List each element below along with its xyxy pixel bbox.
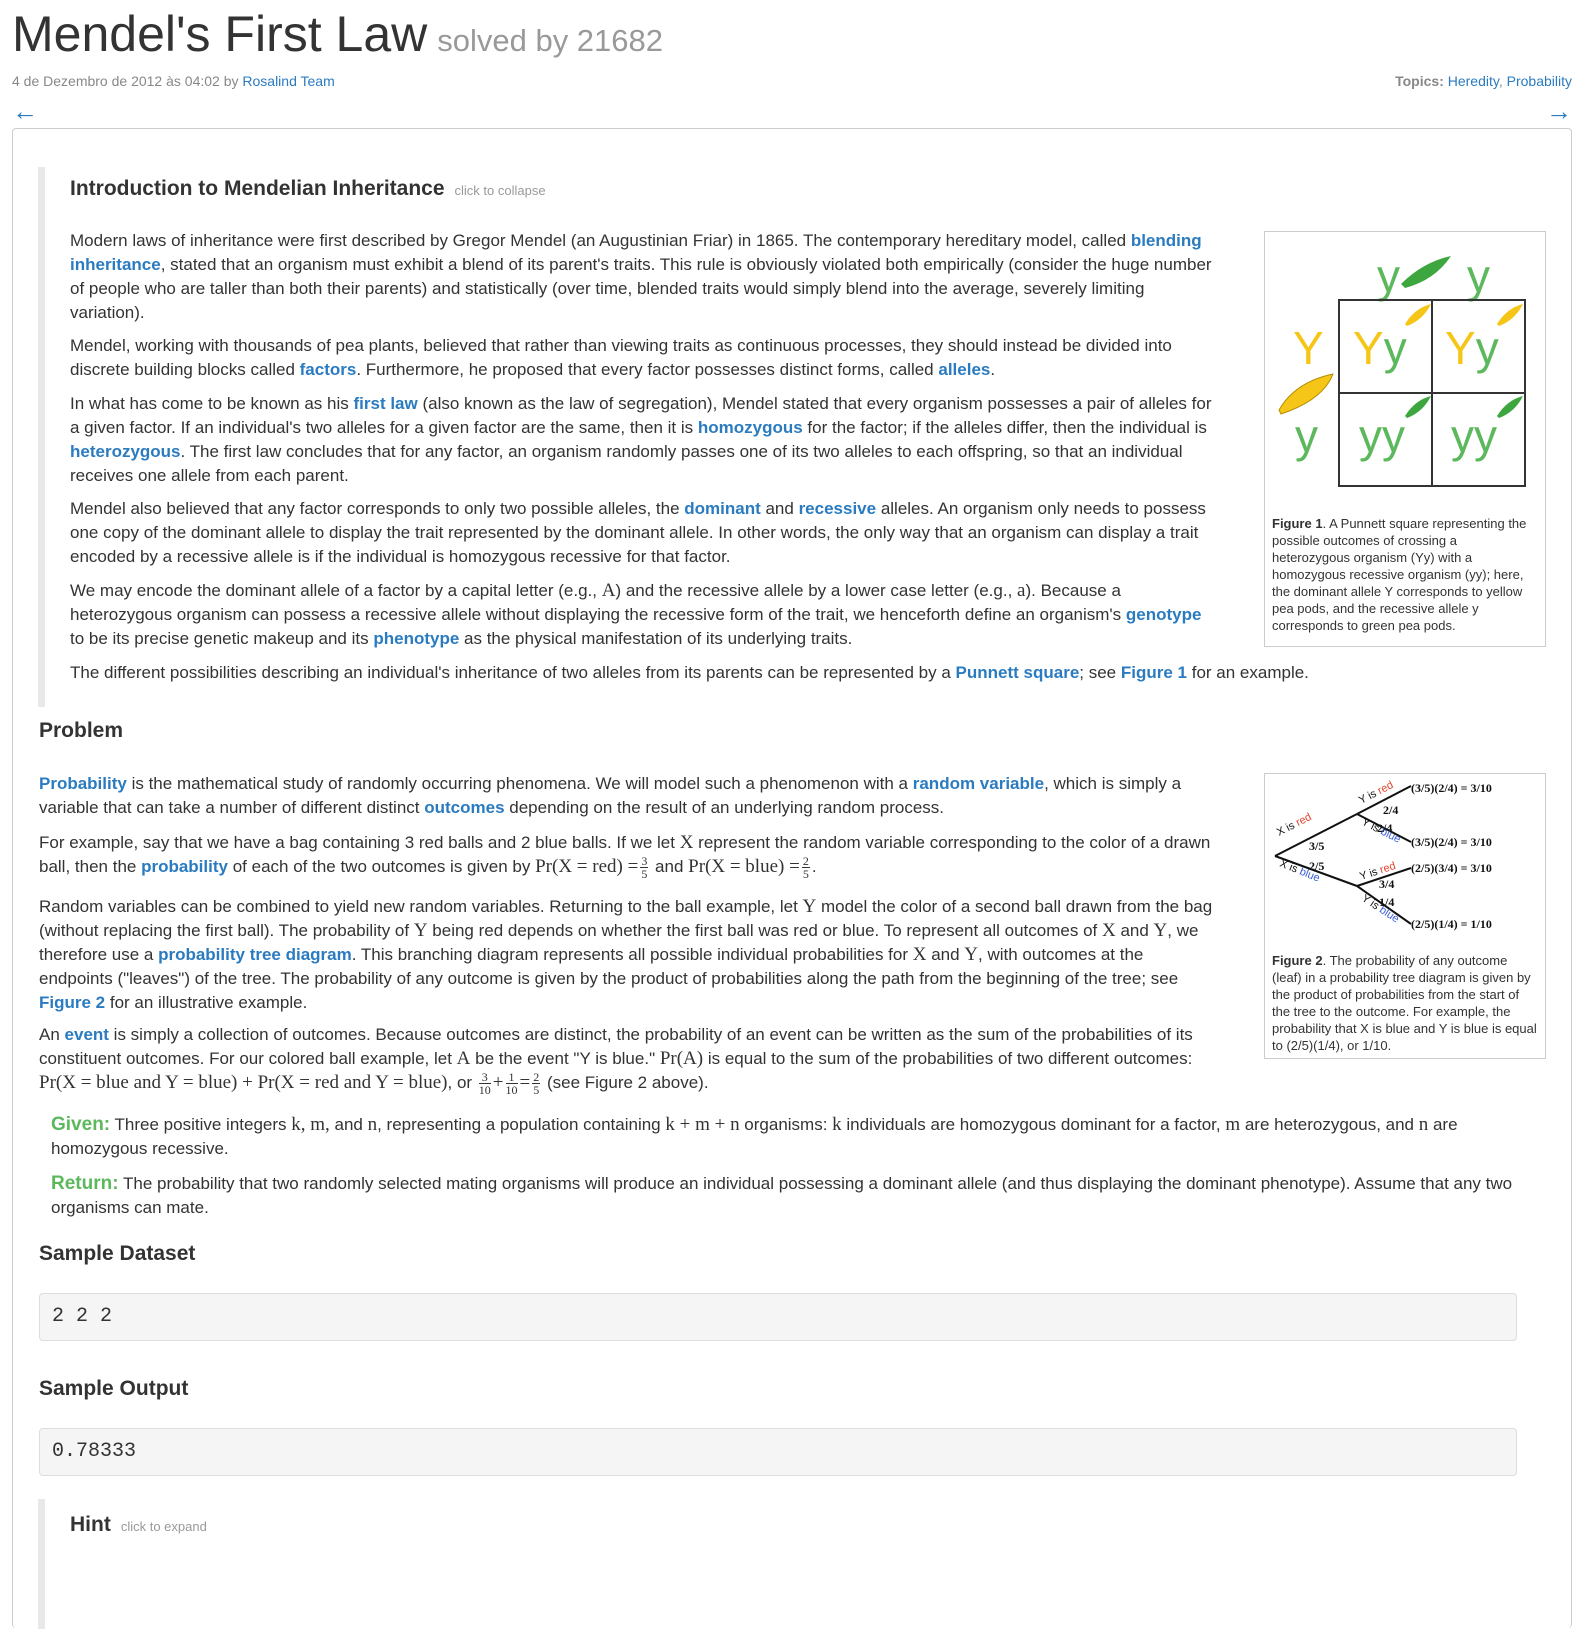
hint-title: Hint: [70, 1513, 111, 1536]
link-outcomes[interactable]: outcomes: [424, 798, 504, 817]
topics: Topics: Heredity, Probability: [1395, 69, 1572, 93]
topics-label: Topics:: [1395, 73, 1444, 89]
problem-paragraph-4: An event is simply a collection of outco…: [39, 1025, 1193, 1098]
punnett-col-1: y: [1377, 250, 1400, 302]
sample-output-heading: Sample Output: [39, 1377, 189, 1400]
link-probability[interactable]: Probability: [39, 774, 127, 793]
link-first-law[interactable]: first law: [354, 394, 418, 413]
link-dominant[interactable]: dominant: [684, 499, 761, 518]
link-genotype[interactable]: genotype: [1126, 605, 1202, 624]
svg-text:X is red: X is red: [1275, 811, 1314, 839]
punnett-row-1: Y: [1293, 322, 1324, 374]
probability-tree-image: X is red X is blue Y is red Y is blue Y …: [1274, 779, 1492, 931]
link-homozygous[interactable]: homozygous: [698, 418, 803, 437]
punnett-col-2: y: [1467, 250, 1490, 302]
link-heterozygous[interactable]: heterozygous: [70, 442, 181, 461]
by-text: by: [219, 73, 243, 89]
topic-link-probability[interactable]: Probability: [1507, 73, 1572, 89]
tree-leaf-1: (3/5)(2/4) = 3/10: [1411, 781, 1492, 795]
tree-leaf-4: (2/5)(1/4) = 1/10: [1411, 917, 1492, 931]
tree-p-3: 3/4: [1379, 877, 1394, 891]
link-figure-1[interactable]: Figure 1: [1121, 663, 1187, 682]
intro-paragraph-5: We may encode the dominant allele of a f…: [70, 580, 1202, 648]
post-date: 4 de Dezembro de 2012 às 04:02: [12, 73, 220, 89]
link-recessive[interactable]: recessive: [799, 499, 877, 518]
link-random-variable[interactable]: random variable: [913, 774, 1044, 793]
tree-p-x-blue: 2/5: [1309, 859, 1324, 873]
intro-paragraph-4: Mendel also believed that any factor cor…: [70, 499, 1206, 566]
tree-p-1: 2/4: [1383, 803, 1398, 817]
intro-paragraph-2: Mendel, working with thousands of pea pl…: [70, 336, 1172, 379]
tree-leaf-3: (2/5)(3/4) = 3/10: [1411, 861, 1492, 875]
hint-heading[interactable]: Hint click to expand: [70, 1513, 207, 1539]
punnett-row-2: y: [1295, 410, 1318, 462]
sample-dataset-heading: Sample Dataset: [39, 1242, 196, 1265]
given-statement: Given: Three positive integers k, m, and…: [51, 1114, 1458, 1158]
link-factors[interactable]: factors: [300, 360, 357, 379]
link-probability-tree-diagram[interactable]: probability tree diagram: [158, 945, 352, 964]
return-statement: Return: The probability that two randoml…: [51, 1173, 1513, 1217]
yellow-pea-pod-icon: [1278, 373, 1334, 415]
tree-leaf-2: (3/5)(2/4) = 3/10: [1411, 835, 1492, 849]
link-punnett-square[interactable]: Punnett square: [956, 663, 1080, 682]
given-label: Given:: [51, 1114, 111, 1135]
title-text: Mendel's First Law: [12, 6, 428, 62]
problem-paragraph-3: Random variables can be combined to yiel…: [39, 896, 1213, 1012]
tree-p-4: 1/4: [1379, 895, 1394, 909]
collapse-toggle[interactable]: click to collapse: [455, 183, 546, 198]
figure-1-caption: Figure 1. A Punnett square representing …: [1272, 516, 1527, 633]
problem-panel: Introduction to Mendelian Inheritance cli…: [12, 128, 1572, 1629]
punnett-square-image: y y Y y Yy Yy yy yy: [1278, 250, 1526, 487]
figure-2-caption: Figure 2. The probability of any outcome…: [1272, 953, 1537, 1053]
author-link[interactable]: Rosalind Team: [242, 73, 334, 89]
green-pea-pod-icon: [1401, 256, 1451, 288]
link-alleles[interactable]: alleles: [938, 360, 990, 379]
punnett-cell-22: yy: [1451, 410, 1497, 462]
punnett-cell-12: Yy: [1445, 322, 1499, 374]
page-title: Mendel's First Law solved by 21682: [12, 4, 663, 71]
intro-paragraph-3: In what has come to be known as his firs…: [70, 394, 1212, 485]
punnett-cell-11: Yy: [1353, 322, 1407, 374]
link-figure-2[interactable]: Figure 2: [39, 993, 105, 1012]
post-meta: 4 de Dezembro de 2012 às 04:02 by Rosali…: [12, 69, 335, 93]
punnett-cell-21: yy: [1359, 410, 1405, 462]
sample-dataset-box[interactable]: 2 2 2: [39, 1293, 1517, 1341]
problem-heading: Problem: [39, 719, 124, 742]
prev-problem-arrow-icon[interactable]: ←: [12, 96, 38, 126]
figure-2-probability-tree: X is red X is blue Y is red Y is blue Y …: [1264, 773, 1546, 1059]
sample-output-box[interactable]: 0.78333: [39, 1428, 1517, 1476]
return-label: Return:: [51, 1173, 119, 1194]
tree-p-x-red: 3/5: [1309, 839, 1324, 853]
intro-title: Introduction to Mendelian Inheritance: [70, 177, 445, 200]
problem-paragraph-2: For example, say that we have a bag cont…: [39, 832, 1211, 882]
expand-toggle[interactable]: click to expand: [121, 1519, 207, 1534]
figure-1-punnett-square: y y Y y Yy Yy yy yy Figure 1. A Punnett …: [1264, 231, 1546, 647]
solved-count: solved by 21682: [437, 23, 664, 58]
hint-section: Hint click to expand: [38, 1499, 1516, 1629]
tree-p-2: 2/4: [1377, 821, 1392, 835]
problem-paragraph-1: Probability is the mathematical study of…: [39, 774, 1182, 817]
topic-separator: ,: [1498, 73, 1507, 89]
next-problem-arrow-icon[interactable]: →: [1546, 96, 1572, 126]
topic-link-heredity[interactable]: Heredity: [1448, 73, 1499, 89]
intro-paragraph-1: Modern laws of inheritance were first de…: [70, 231, 1212, 322]
link-phenotype[interactable]: phenotype: [373, 629, 459, 648]
link-event[interactable]: event: [65, 1025, 109, 1044]
intro-paragraph-6: The different possibilities describing a…: [70, 663, 1309, 682]
link-probability-2[interactable]: probability: [141, 857, 228, 876]
intro-heading[interactable]: Introduction to Mendelian Inheritance cli…: [70, 177, 546, 203]
